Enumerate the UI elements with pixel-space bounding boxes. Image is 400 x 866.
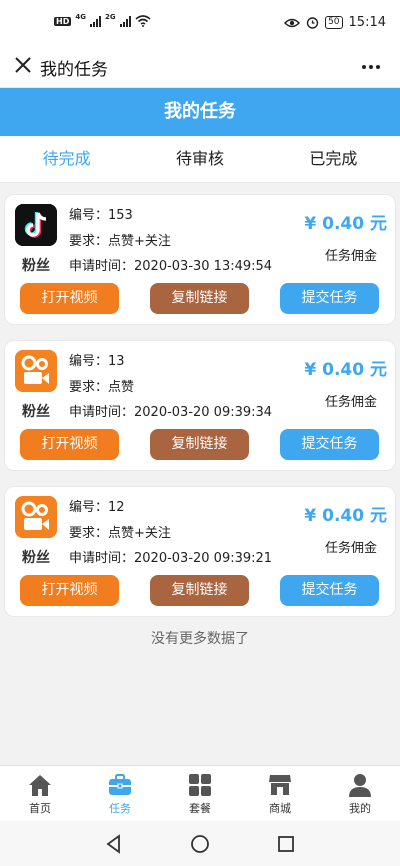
task-card: 粉丝 编号：12 要求：点赞+关注 申请时间：2020-03-20 09:39:… [4,486,396,617]
task-requirement: 要求：点赞+关注 [69,525,171,541]
task-price: ¥ 0.40 元 [304,360,387,380]
platform-label: 粉丝 [22,404,50,420]
signal-1-icon [89,15,101,27]
eye-icon [284,18,301,27]
bottom-nav: 首页 任务 套餐 商城 我的 [0,765,400,821]
user-icon [349,774,371,797]
open-video-button[interactable]: 打开视频 [20,429,119,460]
tiktok-logo-icon [15,204,57,246]
app-header-title: 我的任务 [40,60,108,80]
nav-label-tasks: 任务 [109,802,131,815]
signal-2-label: 2G [104,13,116,21]
platform-label: 粉丝 [22,258,50,274]
nav-item-tasks[interactable]: 任务 [80,766,160,821]
nav-label-packages: 套餐 [189,802,211,815]
tab-completed[interactable]: 已完成 [267,136,400,182]
home-icon [29,775,51,796]
task-tabs: 待完成 待审核 已完成 [0,136,400,183]
platform-label: 粉丝 [22,550,50,566]
nav-label-home: 首页 [29,802,51,815]
copy-link-button[interactable]: 复制链接 [150,429,249,460]
grid-icon [189,774,211,796]
store-icon [269,775,291,795]
submit-task-button[interactable]: 提交任务 [280,429,379,460]
task-info: 编号：13 要求：点赞 申请时间：2020-03-20 09:39:34 [69,349,272,426]
battery-indicator: 50 [325,16,343,29]
task-card: 粉丝 编号：153 要求：点赞+关注 申请时间：2020-03-30 13:49… [4,194,396,325]
task-commission-label: 任务佣金 [324,541,377,556]
kuaishou-logo-icon [15,496,57,538]
nav-item-home[interactable]: 首页 [0,766,80,821]
status-bar: HD 4G 2G 50 15:14 [0,0,400,46]
copy-link-button[interactable]: 复制链接 [150,283,249,314]
system-nav-bar [0,821,400,866]
tab-pending[interactable]: 待完成 [0,136,133,182]
task-requirement: 要求：点赞+关注 [69,233,171,249]
task-card: 粉丝 编号：13 要求：点赞 申请时间：2020-03-20 09:39:34 … [4,340,396,471]
time-label: 15:14 [348,15,386,30]
tab-reviewing[interactable]: 待审核 [133,136,266,182]
task-number: 编号：153 [69,208,133,223]
home-circle-icon[interactable] [190,834,210,854]
signal-1-label: 4G [75,13,86,21]
back-icon[interactable] [104,834,124,854]
task-commission-label: 任务佣金 [324,249,377,264]
page-title: 我的任务 [0,88,400,136]
task-applied-time: 申请时间：2020-03-30 13:49:54 [69,259,273,274]
task-requirement: 要求：点赞 [69,379,135,395]
hd-badge: HD [54,16,72,26]
open-video-button[interactable]: 打开视频 [20,283,119,314]
nav-item-packages[interactable]: 套餐 [160,766,240,821]
more-menu-icon[interactable] [360,56,382,78]
task-number: 编号：13 [69,354,125,369]
nav-item-mine[interactable]: 我的 [320,766,400,821]
task-applied-time: 申请时间：2020-03-20 09:39:21 [69,551,273,566]
status-bar-left: HD 4G 2G [54,13,151,27]
alarm-icon [306,17,319,29]
submit-task-button[interactable]: 提交任务 [280,283,379,314]
no-more-data-label: 没有更多数据了 [151,631,249,647]
task-price: ¥ 0.40 元 [304,506,387,526]
signal-2-icon [119,15,131,27]
task-info: 编号：153 要求：点赞+关注 申请时间：2020-03-30 13:49:54 [69,203,272,280]
copy-link-button[interactable]: 复制链接 [150,575,249,606]
task-info: 编号：12 要求：点赞+关注 申请时间：2020-03-20 09:39:21 [69,495,272,572]
close-icon[interactable] [12,54,34,76]
wifi-icon [135,15,151,27]
recents-icon[interactable] [276,834,296,854]
nav-label-store: 商城 [269,802,291,815]
task-commission-label: 任务佣金 [324,395,377,410]
app-root: HD 4G 2G 50 15:14 我的任务 我的任务 待完成 待审核 已完成 … [0,0,400,866]
task-number: 编号：12 [69,500,125,515]
briefcase-icon [109,774,131,795]
open-video-button[interactable]: 打开视频 [20,575,119,606]
submit-task-button[interactable]: 提交任务 [280,575,379,606]
status-bar-right: 50 15:14 [284,15,386,30]
kuaishou-logo-icon [15,350,57,392]
nav-item-store[interactable]: 商城 [240,766,320,821]
app-header: 我的任务 [0,46,400,88]
task-applied-time: 申请时间：2020-03-20 09:39:34 [69,405,273,420]
nav-label-mine: 我的 [349,802,371,815]
task-price: ¥ 0.40 元 [304,214,387,234]
